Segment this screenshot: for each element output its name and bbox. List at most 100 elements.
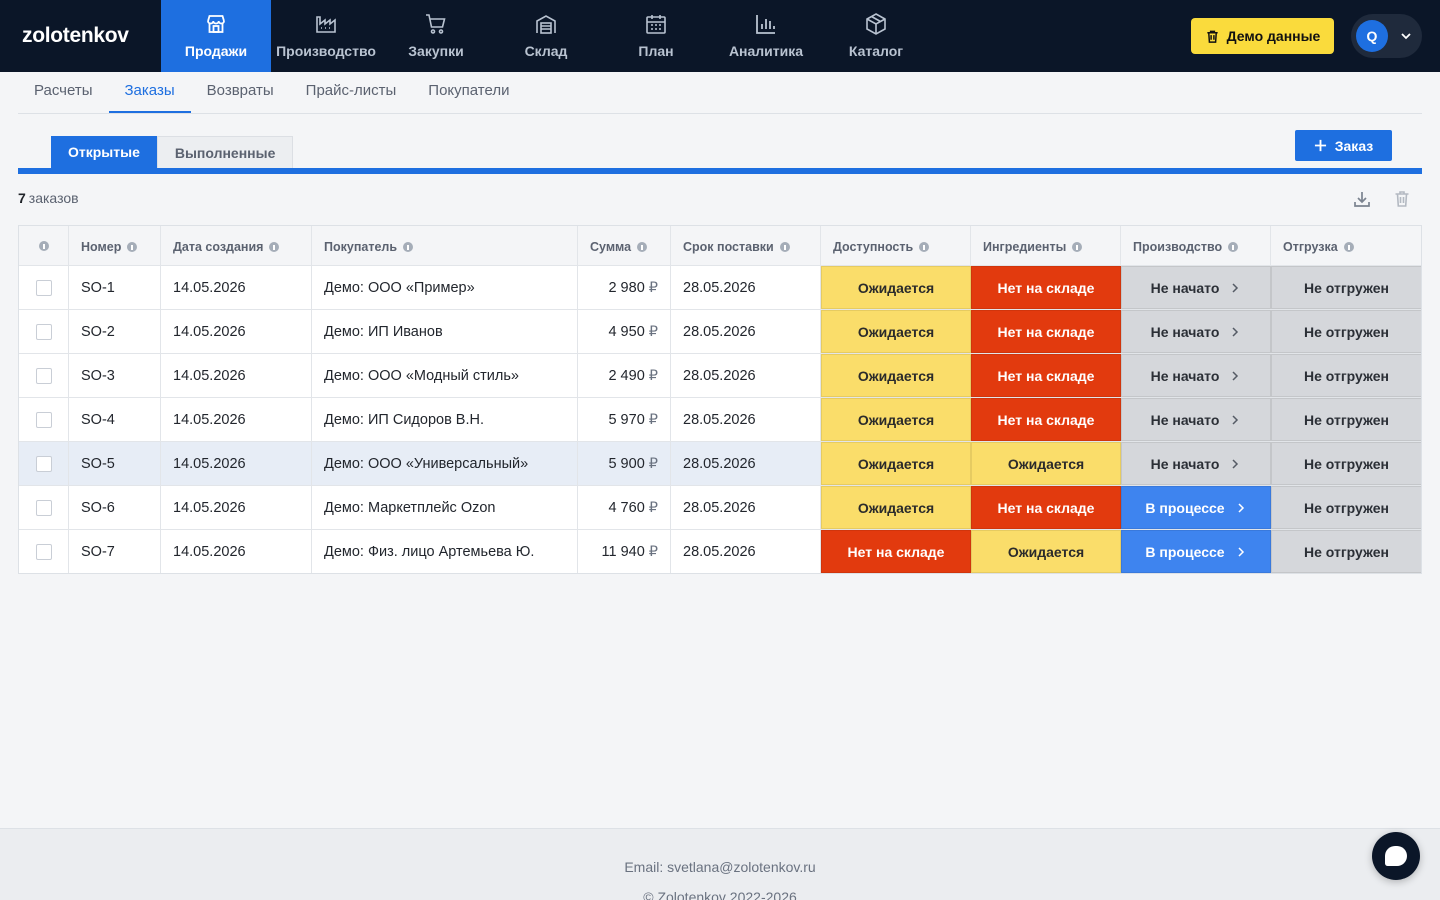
header-ingredients[interactable]: Ингредиенты: [971, 226, 1121, 265]
add-order-button[interactable]: Заказ: [1295, 130, 1392, 161]
header-created[interactable]: Дата создания: [161, 226, 312, 265]
header-production[interactable]: Производство: [1121, 226, 1271, 265]
production-status[interactable]: Не начато: [1121, 398, 1271, 441]
tab-done[interactable]: Выполненные: [156, 136, 294, 168]
row-checkbox[interactable]: [35, 499, 52, 516]
tab-open[interactable]: Открытые: [51, 136, 157, 168]
production-status[interactable]: Не начато: [1121, 266, 1271, 309]
ingredients-status[interactable]: Ожидается: [971, 530, 1121, 573]
table-row[interactable]: SO-2 14.05.2026 Демо: ИП Иванов 4 950 ₽28.05…: [19, 309, 1421, 353]
order-number[interactable]: SO-7: [69, 530, 161, 573]
availability-status[interactable]: Нет на складе: [821, 530, 971, 573]
table-row[interactable]: SO-3 14.05.2026 Демо: ООО «Модный стиль» 2 …: [19, 353, 1421, 397]
ingredients-status[interactable]: Нет на складе: [971, 398, 1121, 441]
header-shipment[interactable]: Отгрузка: [1271, 226, 1421, 265]
info-icon[interactable]: [919, 242, 930, 252]
order-number[interactable]: SO-4: [69, 398, 161, 441]
nav-label: Склад: [524, 43, 568, 59]
row-checkbox[interactable]: [35, 411, 52, 428]
ingredients-status[interactable]: Нет на складе: [971, 486, 1121, 529]
header-label: Дата создания: [173, 240, 264, 254]
download-icon[interactable]: [1352, 189, 1372, 209]
order-sum: 4 760 ₽: [578, 486, 671, 529]
shipment-status[interactable]: Не отгружен: [1271, 266, 1421, 309]
availability-status[interactable]: Ожидается: [821, 442, 971, 485]
info-icon[interactable]: [1228, 242, 1239, 252]
ingredients-status[interactable]: Нет на складе: [971, 266, 1121, 309]
info-icon[interactable]: [127, 242, 138, 252]
production-status[interactable]: Не начато: [1121, 354, 1271, 397]
logo[interactable]: zolotenkov: [22, 24, 129, 48]
order-number[interactable]: SO-1: [69, 266, 161, 309]
row-checkbox[interactable]: [35, 279, 52, 296]
header-customer[interactable]: Покупатель: [312, 226, 578, 265]
header-availability[interactable]: Доступность: [821, 226, 971, 265]
info-icon[interactable]: [1072, 242, 1083, 252]
shipment-status[interactable]: Не отгружен: [1271, 354, 1421, 397]
header-due[interactable]: Срок поставки: [671, 226, 821, 265]
currency-symbol: ₽: [648, 543, 658, 560]
availability-status[interactable]: Ожидается: [821, 486, 971, 529]
production-status[interactable]: Не начато: [1121, 442, 1271, 485]
nav-item-warehouse[interactable]: Склад: [491, 0, 601, 72]
header-sum[interactable]: Сумма: [578, 226, 671, 265]
production-status-label: Не начато: [1150, 323, 1220, 340]
nav-item-sales[interactable]: Продажи: [161, 0, 271, 72]
info-icon[interactable]: [637, 242, 648, 252]
order-number[interactable]: SO-5: [69, 442, 161, 485]
nav-item-plan[interactable]: План: [601, 0, 711, 72]
row-checkbox[interactable]: [35, 323, 52, 340]
ingredients-status[interactable]: Ожидается: [971, 442, 1121, 485]
footer-email[interactable]: Email: svetlana@zolotenkov.ru: [0, 859, 1440, 875]
info-icon[interactable]: [779, 242, 790, 252]
currency-symbol: ₽: [648, 411, 658, 428]
table-row[interactable]: SO-4 14.05.2026 Демо: ИП Сидоров В.Н. 5 970…: [19, 397, 1421, 441]
chat-button[interactable]: [1372, 832, 1420, 880]
shipment-status[interactable]: Не отгружен: [1271, 398, 1421, 441]
store-icon: [207, 15, 225, 33]
shipment-status[interactable]: Не отгружен: [1271, 310, 1421, 353]
ingredients-status[interactable]: Нет на складе: [971, 310, 1121, 353]
subnav-orders[interactable]: Заказы: [108, 72, 191, 113]
ingredients-status[interactable]: Нет на складе: [971, 354, 1121, 397]
order-number[interactable]: SO-2: [69, 310, 161, 353]
availability-status[interactable]: Ожидается: [821, 354, 971, 397]
nav-item-analytics[interactable]: Аналитика: [711, 0, 821, 72]
subnav-settlements[interactable]: Расчеты: [18, 72, 109, 113]
demo-data-button[interactable]: Демо данные: [1191, 18, 1334, 54]
nav-item-production[interactable]: Производство: [271, 0, 381, 72]
table-row[interactable]: SO-5 14.05.2026 Демо: ООО «Универсальный» 5…: [19, 441, 1421, 485]
production-status[interactable]: В процессе: [1121, 530, 1271, 573]
production-status-label: В процессе: [1145, 543, 1225, 560]
row-checkbox[interactable]: [35, 543, 52, 560]
order-number[interactable]: SO-6: [69, 486, 161, 529]
table-row[interactable]: SO-7 14.05.2026 Демо: Физ. лицо Артемьева …: [19, 529, 1421, 573]
subnav-price-lists[interactable]: Прайс-листы: [290, 72, 413, 113]
shipment-status[interactable]: Не отгружен: [1271, 530, 1421, 573]
shipment-status[interactable]: Не отгружен: [1271, 442, 1421, 485]
info-icon[interactable]: [1343, 242, 1354, 252]
shipment-status[interactable]: Не отгружен: [1271, 486, 1421, 529]
production-status[interactable]: Не начато: [1121, 310, 1271, 353]
delete-icon[interactable]: [1392, 189, 1412, 209]
order-number[interactable]: SO-3: [69, 354, 161, 397]
main-nav: Продажи Производство Закупки Склад План …: [161, 0, 931, 72]
availability-status[interactable]: Ожидается: [821, 398, 971, 441]
nav-item-purchases[interactable]: Закупки: [381, 0, 491, 72]
info-icon[interactable]: [403, 242, 414, 252]
production-status[interactable]: В процессе: [1121, 486, 1271, 529]
subnav-customers[interactable]: Покупатели: [412, 72, 525, 113]
row-checkbox[interactable]: [35, 367, 52, 384]
header-number[interactable]: Номер: [69, 226, 161, 265]
table-row[interactable]: SO-6 14.05.2026 Демо: Маркетплейс Ozon 4 76…: [19, 485, 1421, 529]
chevron-right-icon: [1232, 370, 1239, 381]
row-checkbox[interactable]: [35, 455, 52, 472]
info-icon[interactable]: [38, 240, 49, 251]
subnav-returns[interactable]: Возвраты: [191, 72, 290, 113]
table-row[interactable]: SO-1 14.05.2026 Демо: ООО «Пример» 2 980 ₽28…: [19, 265, 1421, 309]
user-menu[interactable]: Q: [1351, 14, 1422, 58]
availability-status[interactable]: Ожидается: [821, 310, 971, 353]
nav-item-catalog[interactable]: Каталог: [821, 0, 931, 72]
availability-status[interactable]: Ожидается: [821, 266, 971, 309]
info-icon[interactable]: [269, 242, 280, 252]
